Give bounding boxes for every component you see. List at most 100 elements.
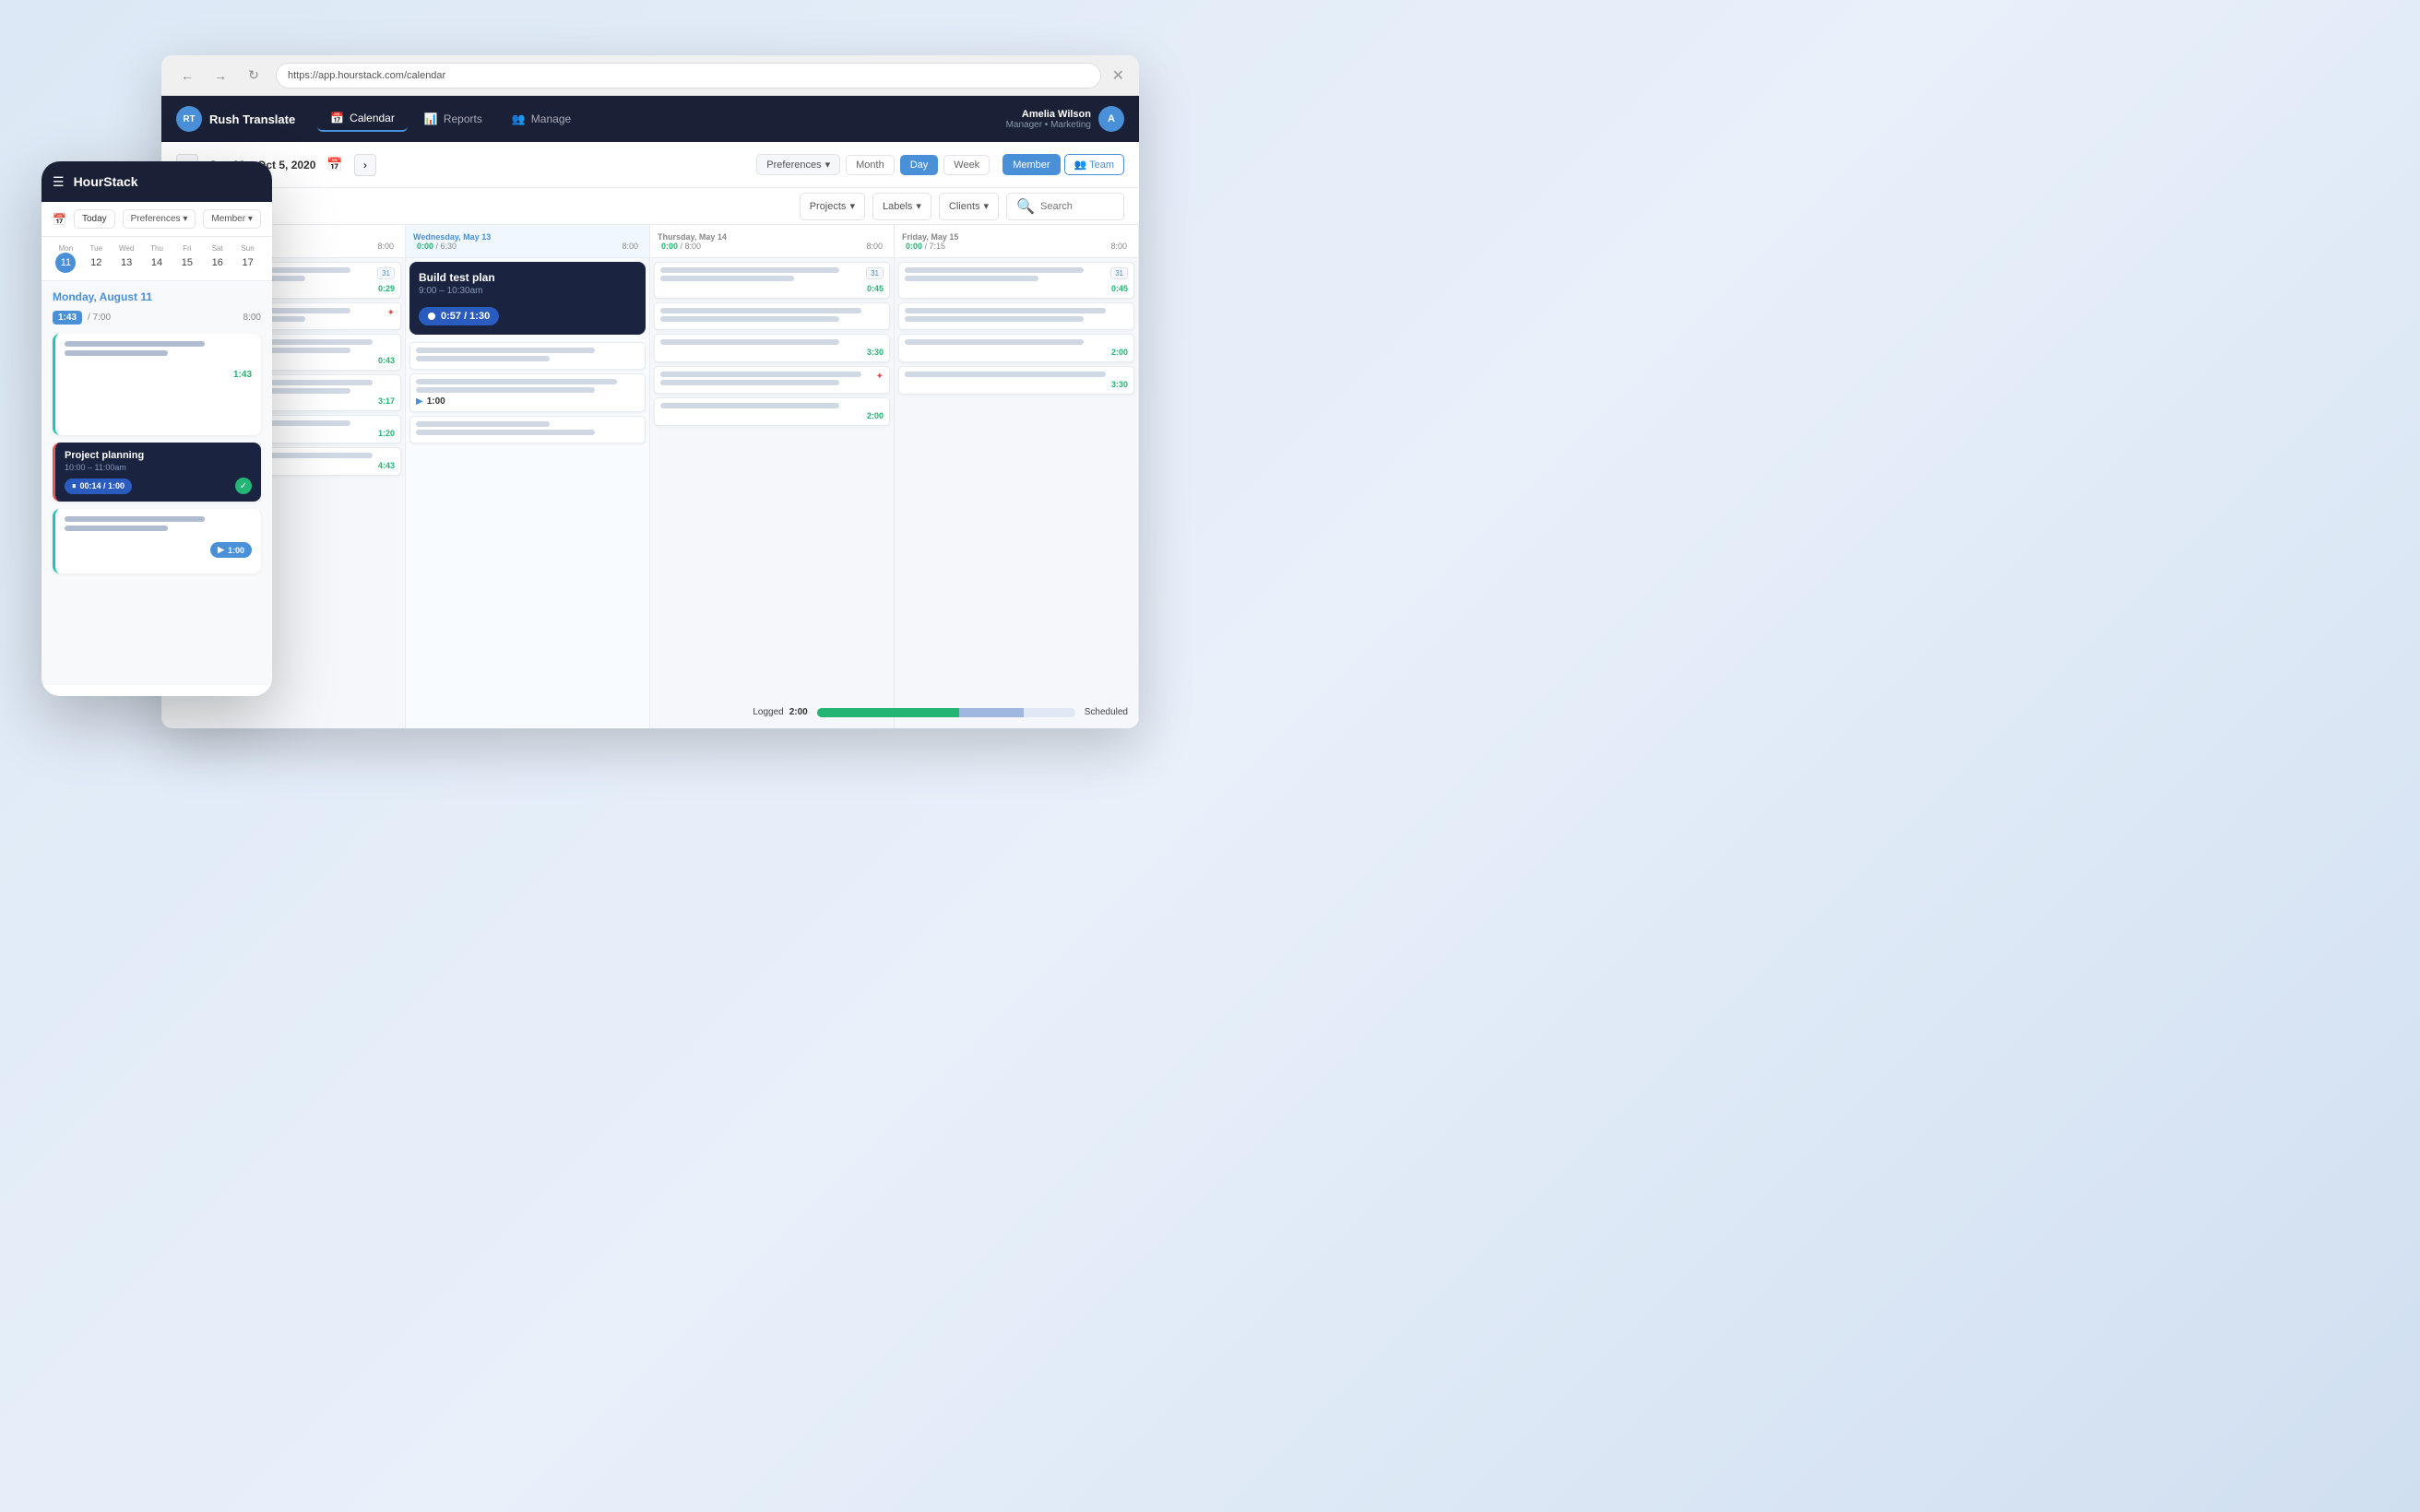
team-button[interactable]: 👥 Team xyxy=(1064,154,1124,175)
scheduled-section: Scheduled xyxy=(1085,707,1128,717)
time-divider: / 7:00 xyxy=(88,313,111,323)
user-role: Manager • Marketing xyxy=(1006,120,1091,130)
scheduled-label: Scheduled xyxy=(1085,707,1128,717)
search-box[interactable]: 🔍 xyxy=(1006,193,1124,220)
user-info: Amelia Wilson Manager • Marketing xyxy=(1006,109,1091,130)
list-item: 2:00 xyxy=(898,334,1134,362)
day-item-wed[interactable]: Wed 13 xyxy=(113,244,140,273)
browser-chrome: ← → ↻ https://app.hourstack.com/calendar… xyxy=(161,55,1139,96)
search-icon: 🔍 xyxy=(1016,197,1035,216)
member-team-toggle: Member 👥 Team xyxy=(1002,154,1124,175)
calendar-icon: 📅 xyxy=(330,112,344,124)
play-icon: ▶ xyxy=(218,545,224,555)
app-logo: RT Rush Translate xyxy=(176,106,295,132)
time-badge: 1:43 xyxy=(53,311,82,325)
day-header-thursday: Thursday, May 14 0:00 / 8:00 8:00 xyxy=(650,225,894,258)
day-time-friday: 0:00 / 7:15 8:00 xyxy=(902,242,1131,251)
hamburger-icon[interactable]: ☰ xyxy=(53,174,65,190)
timer-button[interactable]: ⏸ 00:14 / 1:00 xyxy=(65,478,132,494)
search-input[interactable] xyxy=(1040,201,1114,212)
day-body-thursday: 31 0:45 3:30 ✦ xyxy=(650,258,894,430)
clients-filter[interactable]: Clients ▾ xyxy=(939,193,999,220)
calendar-toolbar2: + ⏱ ⊞ Projects ▾ Labels ▾ Clients ▾ 🔍 xyxy=(161,188,1139,225)
nav-calendar[interactable]: 📅 Calendar xyxy=(317,106,408,132)
list-item: ✦ xyxy=(654,366,890,394)
week-view-button[interactable]: Week xyxy=(943,155,990,175)
day-label-thursday: Thursday, May 14 xyxy=(658,232,886,242)
day-col-wednesday: Wednesday, May 13 0:00 / 6:30 8:00 Build… xyxy=(406,225,650,728)
mobile-app-name: HourStack xyxy=(74,174,138,189)
mobile-task-1[interactable]: 1:43 xyxy=(53,334,261,435)
list-item xyxy=(654,302,890,330)
logged-section: Logged 2:00 xyxy=(753,707,807,717)
day-item-tue[interactable]: Tue 12 xyxy=(83,244,110,273)
list-item: 3:30 xyxy=(898,366,1134,395)
timer-badge[interactable]: 0:57 / 1:30 xyxy=(419,307,499,325)
event-time: 9:00 – 10:30am xyxy=(419,286,636,296)
list-item xyxy=(409,416,646,443)
chevron-down-icon: ▾ xyxy=(825,159,831,171)
calendar-icon[interactable]: 📅 xyxy=(326,157,342,172)
logged-value: 2:00 xyxy=(789,707,808,717)
member-button-mobile[interactable]: Member ▾ xyxy=(203,209,261,229)
event-build-test-plan[interactable]: Build test plan 9:00 – 10:30am 0:57 / 1:… xyxy=(409,262,646,335)
logo-icon: RT xyxy=(176,106,202,132)
log-badge[interactable]: ▶ 1:00 xyxy=(210,542,252,558)
url-bar[interactable]: https://app.hourstack.com/calendar xyxy=(276,63,1101,89)
calendar-grid: Tuesday, May 12 8:16 / 8:00 8:00 31 0:29… xyxy=(161,225,1139,728)
projects-filter[interactable]: Projects ▾ xyxy=(800,193,865,220)
logged-label: Logged xyxy=(753,707,783,717)
day-item-sun[interactable]: Sun 17 xyxy=(234,244,261,273)
check-button[interactable]: ✓ xyxy=(235,478,252,494)
day-header-wednesday: Wednesday, May 13 0:00 / 6:30 8:00 xyxy=(406,225,649,258)
view-buttons: Preferences ▾ Month Day Week Member 👥 Te… xyxy=(756,154,1124,175)
scheduled-bar xyxy=(959,708,1024,717)
day-item-fri[interactable]: Fri 15 xyxy=(173,244,200,273)
avatar: A xyxy=(1098,106,1124,132)
chevron-down-icon: ▾ xyxy=(849,200,855,212)
play-icon: ▶ xyxy=(416,396,423,407)
progress-footer: Logged 2:00 Scheduled xyxy=(753,707,1128,717)
mobile-task-3[interactable]: ▶ 1:00 xyxy=(53,509,261,573)
day-body-friday: 31 0:45 2:00 3:30 xyxy=(895,258,1138,398)
mobile-date-header: Monday, August 11 xyxy=(53,290,261,303)
user-name: Amelia Wilson xyxy=(1006,109,1091,120)
refresh-button[interactable]: ↻ xyxy=(243,65,265,87)
mobile-task-project-planning[interactable]: Project planning 10:00 – 11:00am ⏸ 00:14… xyxy=(53,443,261,502)
day-view-button[interactable]: Day xyxy=(900,155,939,175)
month-view-button[interactable]: Month xyxy=(846,155,895,175)
day-item-thu[interactable]: Thu 14 xyxy=(144,244,171,273)
day-col-friday: Friday, May 15 0:00 / 7:15 8:00 31 0:45 xyxy=(895,225,1139,728)
next-week-button[interactable]: › xyxy=(354,154,376,176)
preferences-button[interactable]: Preferences ▾ xyxy=(756,154,840,175)
day-body-wednesday: ▶ 1:00 xyxy=(406,338,649,447)
browser-window: ← → ↻ https://app.hourstack.com/calendar… xyxy=(161,55,1139,728)
preferences-button-mobile[interactable]: Preferences ▾ xyxy=(123,209,196,229)
list-item: 31 0:45 xyxy=(898,262,1134,299)
close-button[interactable]: ✕ xyxy=(1112,66,1124,85)
day-item-sat[interactable]: Sat 16 xyxy=(204,244,231,273)
mobile-overlay: ☰ HourStack 📅 Today Preferences ▾ Member… xyxy=(42,161,272,696)
reports-icon: 📊 xyxy=(424,112,438,125)
day-item-mon[interactable]: Mon 11 xyxy=(53,244,79,273)
chevron-down-icon: ▾ xyxy=(183,214,187,224)
day-time-thursday: 0:00 / 8:00 8:00 xyxy=(658,242,886,251)
forward-button[interactable]: → xyxy=(209,65,231,87)
nav-items: 📅 Calendar 📊 Reports 👥 Manage xyxy=(317,106,1005,132)
today-button[interactable]: Today xyxy=(74,209,115,229)
total-time: 8:00 xyxy=(243,313,261,323)
share-icon: ✦ xyxy=(876,372,884,382)
task-time: 10:00 – 11:00am xyxy=(65,463,252,472)
calendar-icon-mobile: 📅 xyxy=(53,213,66,226)
calendar-toolbar: ‹ Sep 28 – Oct 5, 2020 📅 › Preferences ▾… xyxy=(161,142,1139,188)
back-button[interactable]: ← xyxy=(176,65,198,87)
list-item xyxy=(409,342,646,370)
mobile-day-selector: Mon 11 Tue 12 Wed 13 Thu 14 Fri 15 Sat 1… xyxy=(42,237,272,281)
event-title: Build test plan xyxy=(419,271,636,284)
labels-filter[interactable]: Labels ▾ xyxy=(872,193,931,220)
list-item: ▶ 1:00 xyxy=(409,373,646,412)
member-button[interactable]: Member xyxy=(1002,154,1060,175)
day-label-wednesday: Wednesday, May 13 xyxy=(413,232,642,242)
nav-reports[interactable]: 📊 Reports xyxy=(411,106,495,132)
nav-manage[interactable]: 👥 Manage xyxy=(499,106,584,132)
